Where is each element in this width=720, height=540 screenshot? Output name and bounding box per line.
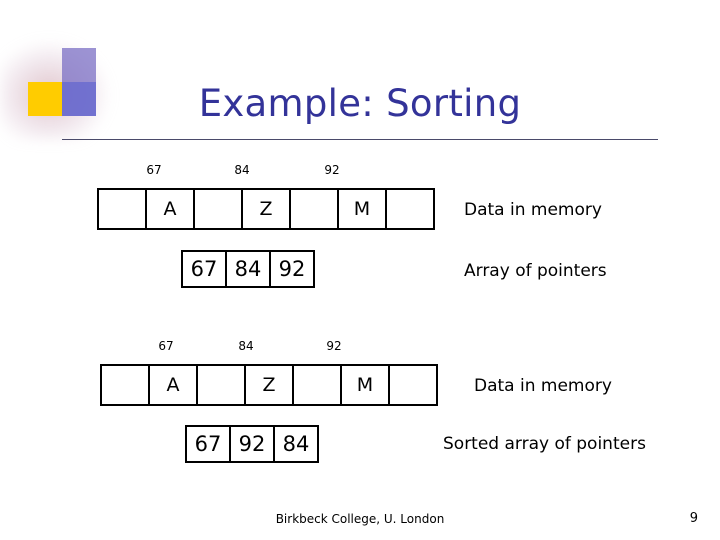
memory-top-cell-1: A <box>145 188 195 230</box>
memory-bottom-cell-0 <box>100 364 150 406</box>
memory-top-row: A Z M <box>97 188 435 230</box>
pointers-bottom-cell-2: 84 <box>273 425 319 463</box>
memory-top-label: Data in memory <box>464 200 602 220</box>
memory-top-address-1: 84 <box>234 163 250 177</box>
memory-bottom-cell-4 <box>292 364 342 406</box>
pointers-top-cell-0: 67 <box>181 250 227 288</box>
pointers-bottom-row: 67 92 84 <box>185 425 319 463</box>
pointers-top-cell-1: 84 <box>225 250 271 288</box>
memory-top-address-0: 67 <box>146 163 162 177</box>
memory-top-cell-5: M <box>337 188 387 230</box>
memory-bottom-address-0: 67 <box>158 339 174 353</box>
slide-page-number: 9 <box>689 511 698 526</box>
memory-bottom-address-1: 84 <box>238 339 254 353</box>
memory-top-cell-3: Z <box>241 188 291 230</box>
memory-bottom-label: Data in memory <box>474 376 612 396</box>
pointers-top-cell-2: 92 <box>269 250 315 288</box>
pointers-bottom-cell-1: 92 <box>229 425 275 463</box>
memory-bottom-cell-1: A <box>148 364 198 406</box>
slide-footer: Birkbeck College, U. London <box>275 512 445 526</box>
memory-bottom-row: A Z M <box>100 364 438 406</box>
pointers-bottom-cell-0: 67 <box>185 425 231 463</box>
pointers-top-label: Array of pointers <box>464 261 607 281</box>
memory-bottom-cell-2 <box>196 364 246 406</box>
pointers-bottom-label: Sorted array of pointers <box>443 434 646 454</box>
memory-top-cell-2 <box>193 188 243 230</box>
memory-top-cell-0 <box>97 188 147 230</box>
memory-top-cell-4 <box>289 188 339 230</box>
memory-top-cell-6 <box>385 188 435 230</box>
memory-bottom-cell-6 <box>388 364 438 406</box>
memory-bottom-cell-5: M <box>340 364 390 406</box>
memory-bottom-address-2: 92 <box>326 339 342 353</box>
memory-top-address-2: 92 <box>324 163 340 177</box>
pointers-top-row: 67 84 92 <box>181 250 315 288</box>
memory-bottom-cell-3: Z <box>244 364 294 406</box>
slide-body: 67 84 92 A Z M Data in memory 67 84 92 A… <box>0 0 720 540</box>
